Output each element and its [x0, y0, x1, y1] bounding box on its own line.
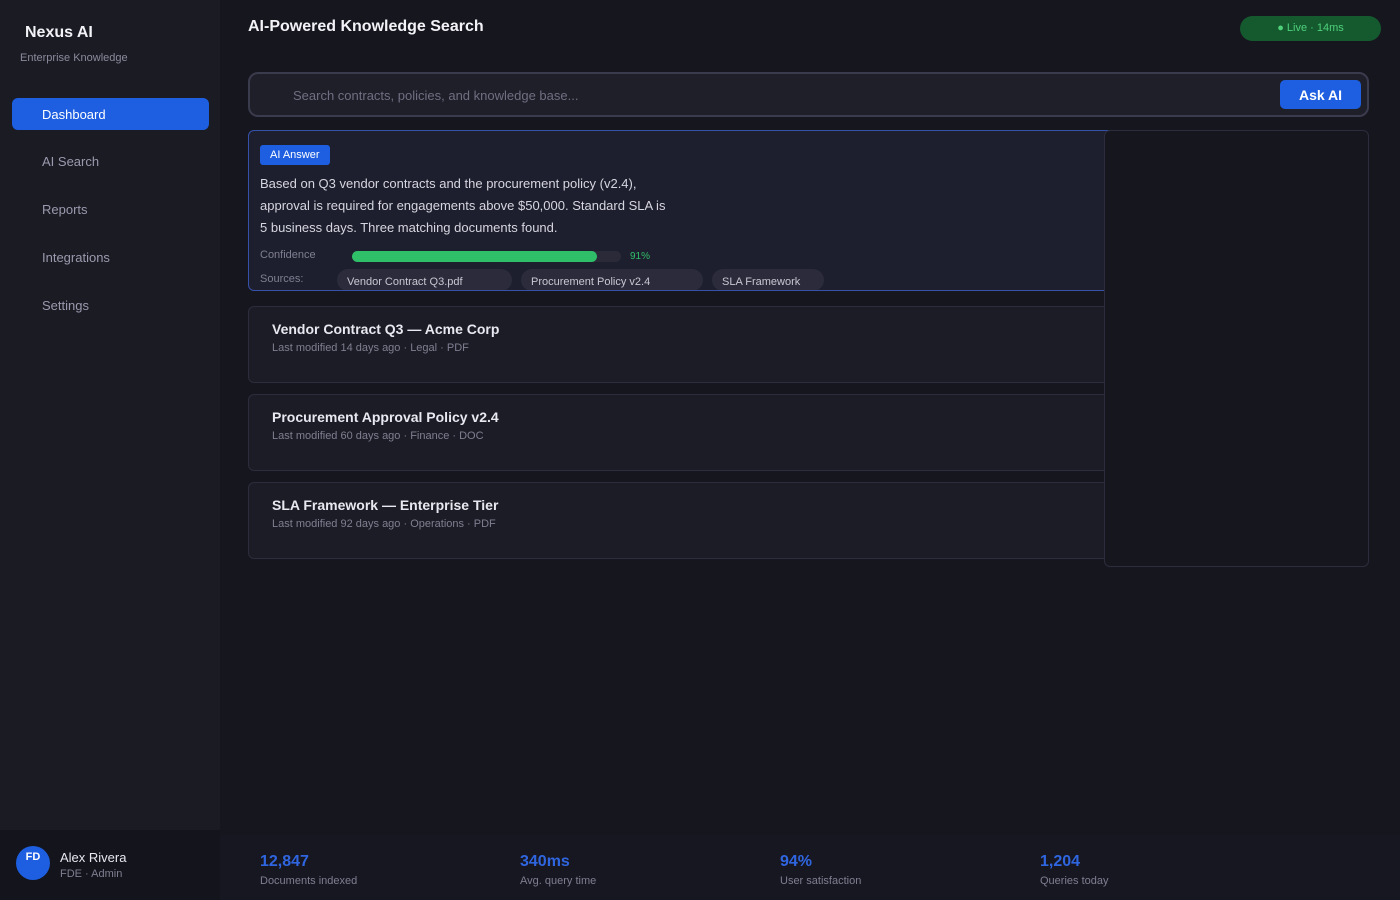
source-chip[interactable]: SLA Framework: [712, 269, 824, 290]
stat-label: Documents indexed: [260, 875, 358, 887]
result-card[interactable]: SLA Framework — Enterprise Tier Last mod…: [248, 482, 1118, 559]
result-meta: Last modified 60 days ago · Finance · DO…: [272, 430, 484, 442]
sidebar-item-label: Settings: [42, 297, 89, 313]
page-title: AI-Powered Knowledge Search: [248, 18, 484, 35]
user-panel[interactable]: FD Alex Rivera FDE · Admin: [0, 830, 220, 900]
confidence-value: 91%: [630, 251, 651, 262]
sidebar-item-reports[interactable]: Reports: [12, 193, 209, 225]
stat-label: Queries today: [1040, 875, 1109, 887]
result-title: Procurement Approval Policy v2.4: [272, 409, 499, 425]
sidebar-item-ai-search[interactable]: AI Search: [12, 145, 209, 177]
brand: Nexus AI: [20, 24, 93, 42]
sidebar-item-dashboard[interactable]: Dashboard: [12, 98, 209, 130]
side-panel: [1104, 130, 1369, 567]
stat-label: Avg. query time: [520, 875, 597, 887]
sidebar-item-label: Reports: [42, 201, 88, 217]
stat-value: 12,847: [260, 853, 309, 870]
sidebar-item-label: AI Search: [42, 153, 100, 169]
stat-documents-indexed: 12,847 Documents indexed: [260, 853, 357, 887]
stats-bar: 12,847 Documents indexed 340ms Avg. quer…: [220, 835, 1400, 900]
ask-ai-button[interactable]: Ask AI: [1280, 80, 1361, 109]
sidebar-item-label: Integrations: [42, 249, 110, 265]
result-title: SLA Framework — Enterprise Tier: [272, 497, 499, 513]
stat-label: User satisfaction: [780, 875, 862, 887]
sidebar-item-settings[interactable]: Settings: [12, 289, 209, 321]
sources-label: Sources:: [260, 273, 304, 285]
sidebar: Nexus AI Enterprise Knowledge Dashboard …: [0, 0, 220, 900]
confidence-label: Confidence: [260, 249, 316, 261]
result-card[interactable]: Vendor Contract Q3 — Acme Corp Last modi…: [248, 306, 1118, 383]
result-title: Vendor Contract Q3 — Acme Corp: [272, 321, 500, 337]
sidebar-item-integrations[interactable]: Integrations: [12, 241, 209, 273]
source-chip[interactable]: Vendor Contract Q3.pdf: [337, 269, 512, 290]
brand-name: Nexus AI: [25, 24, 93, 41]
stat-value: 94%: [780, 853, 813, 870]
source-chip[interactable]: Procurement Policy v2.4: [521, 269, 703, 290]
brand-subtitle: Enterprise Knowledge: [20, 52, 128, 64]
avatar[interactable]: FD: [16, 846, 50, 880]
search-bar: Ask AI: [248, 72, 1369, 117]
ai-answer-badge: AI Answer: [260, 145, 330, 165]
result-meta: Last modified 14 days ago · Legal · PDF: [272, 342, 469, 354]
result-card[interactable]: Procurement Approval Policy v2.4 Last mo…: [248, 394, 1118, 471]
status-badge: ● Live · 14ms: [1240, 16, 1381, 41]
stat-avg-query-time: 340ms Avg. query time: [520, 853, 596, 887]
stat-value: 1,204: [1040, 853, 1081, 870]
confidence-bar-fill: [352, 251, 597, 262]
search-input[interactable]: [293, 82, 1253, 108]
ai-answer-card: AI Answer Based on Q3 vendor contracts a…: [248, 130, 1118, 291]
sidebar-item-label: Dashboard: [42, 106, 106, 122]
stat-user-satisfaction: 94% User satisfaction: [780, 853, 861, 887]
result-meta: Last modified 92 days ago · Operations ·…: [272, 518, 496, 530]
stat-queries-today: 1,204 Queries today: [1040, 853, 1108, 887]
user-name: Alex Rivera: [60, 850, 127, 865]
answer-text: Based on Q3 vendor contracts and the pro…: [260, 176, 666, 235]
stat-value: 340ms: [520, 853, 570, 870]
user-role: FDE · Admin: [60, 868, 123, 880]
confidence-bar: [352, 251, 621, 262]
